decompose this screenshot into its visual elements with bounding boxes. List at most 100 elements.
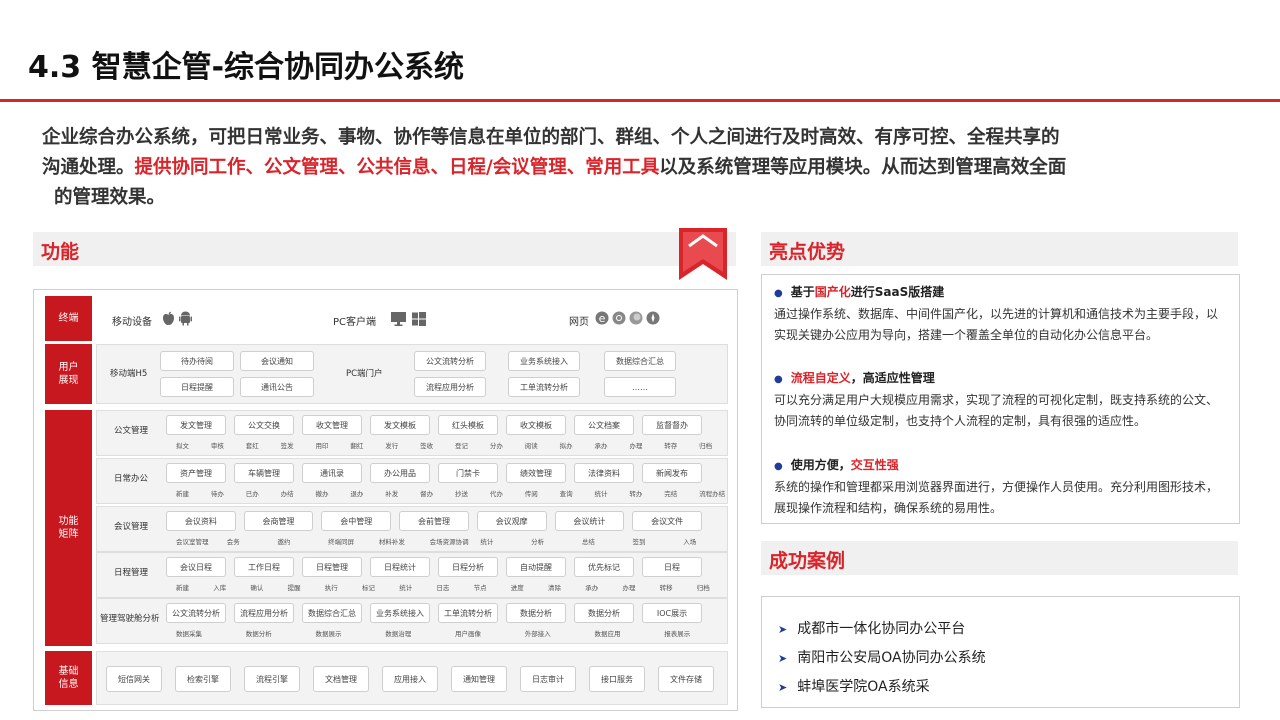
mobile-h5-label: 移动端H5: [110, 369, 148, 379]
highlight-item-1: ● 基于国产化进行SaaS版搭建 通过操作系统、数据库、中间件国产化，以先进的计算…: [774, 282, 1222, 346]
title-divider: [0, 99, 1280, 102]
function-sub-item: 转办: [629, 490, 643, 498]
function-sub-item: 数据应用: [594, 630, 621, 638]
case-item: ➤ 蚌埠医学院OA系统采: [778, 676, 930, 696]
function-item: 资产管理: [166, 463, 226, 483]
cases-section-header: 成功案例: [761, 541, 1238, 575]
row-label-base-info: 基础 信息: [45, 651, 92, 705]
function-sub-item: 节点: [473, 584, 487, 592]
function-sub-item: 阅读: [524, 442, 538, 450]
function-sub-item: 进度: [510, 584, 524, 592]
case-item-text: 南阳市公安局OA协同办公系统: [797, 650, 986, 666]
function-sub-item: 用印: [315, 442, 329, 450]
function-sub-item: 终端同屏: [328, 538, 355, 546]
case-item: ➤ 成都市一体化协同办公平台: [778, 618, 965, 638]
case-item-text: 成都市一体化协同办公平台: [797, 621, 966, 637]
function-item: 会前管理: [399, 511, 469, 531]
function-item: 车辆管理: [234, 463, 294, 483]
chrome-icon: [612, 311, 626, 325]
function-item: 优先标记: [574, 557, 634, 577]
function-sub-item: 入库: [213, 584, 227, 592]
function-sub-item: 抄送: [455, 490, 468, 498]
function-sub-item: 完结: [664, 490, 678, 498]
bullet-dot-icon: ●: [774, 461, 783, 472]
function-sub-item: 督办: [420, 490, 434, 498]
function-sub-item: 数据展示: [315, 630, 342, 638]
user-item: 业务系统接入: [508, 351, 580, 371]
highlight-heading: ● 流程自定义，高适应性管理: [774, 368, 1222, 390]
function-sub-item: 归档: [696, 584, 710, 592]
function-group-name: 日程管理: [114, 568, 149, 578]
highlight-head-red: 交互性强: [850, 458, 899, 472]
edge-icon: e: [595, 311, 609, 325]
function-sub-item: 入场: [683, 538, 697, 546]
function-item: 公文交换: [234, 415, 294, 435]
function-sub-item: 邀约: [277, 538, 291, 546]
function-sub-item: 材料补发: [378, 538, 405, 546]
arrow-bullet-icon: ➤: [778, 681, 788, 694]
function-item: 法律资料: [574, 463, 634, 483]
function-sub-item: 套红: [245, 442, 259, 450]
function-sub-item: 拟文: [176, 442, 189, 450]
slide-title: 4.3 智慧企管-综合协同办公系统: [28, 50, 465, 85]
highlight-head-post: 进行SaaS版搭建: [850, 285, 945, 299]
pc-portal-label: PC端门户: [346, 369, 383, 379]
user-item: 日程提醒: [160, 377, 234, 397]
function-sub-item: 会议室管理: [176, 538, 209, 546]
function-sub-item: 标记: [362, 584, 375, 592]
user-item: ……: [604, 377, 676, 397]
highlights-section-title: 亮点优势: [769, 241, 846, 263]
function-group-name: 管理驾驶舱分析: [100, 614, 160, 624]
function-sub-item: 转存: [664, 442, 678, 450]
function-sub-item: 分析: [531, 538, 545, 546]
function-item: 红头模板: [438, 415, 498, 435]
function-sub-item: 办理: [622, 584, 636, 592]
cases-section-title: 成功案例: [769, 550, 846, 572]
base-info-item: 接口服务: [589, 666, 645, 692]
function-item: 数据综合汇总: [302, 603, 362, 623]
function-item: 数据分析: [506, 603, 566, 623]
base-info-item: 文件存储: [658, 666, 714, 692]
function-sub-item: 已办: [245, 490, 259, 498]
function-matrix-diagram: 终端 移动设备 PC客户端 网页 e 用户 展现 移动端H5 待办待阅 会议通知…: [33, 289, 738, 711]
function-item: 日程: [642, 557, 702, 577]
base-info-item: 检索引擎: [175, 666, 231, 692]
function-sub-item: 撤办: [315, 490, 329, 498]
highlight-head-post: ，高适应性管理: [850, 371, 935, 385]
function-sub-item: 登记: [455, 442, 468, 450]
base-info-item: 文档管理: [313, 666, 369, 692]
highlight-body: 系统的操作和管理都采用浏览器界面进行，方便操作人员使用。充分利用图形技术，展现操…: [774, 480, 1219, 515]
function-sub-item: 统计: [480, 538, 494, 546]
function-item: 收文管理: [302, 415, 362, 435]
function-sub-item: 数据采集: [176, 630, 202, 638]
function-sub-item: 会场资源协调: [429, 538, 469, 546]
function-item: 会议资料: [166, 511, 236, 531]
arrow-bullet-icon: ➤: [778, 623, 788, 636]
base-info-item: 应用接入: [382, 666, 438, 692]
function-sub-item: 签收: [420, 442, 434, 450]
function-sub-item: 办理: [629, 442, 643, 450]
function-sub-item: 统计: [594, 490, 608, 498]
highlight-head-pre: 使用方便，: [790, 458, 851, 472]
function-item: 监督督办: [642, 415, 702, 435]
monitor-icon: [391, 312, 406, 326]
case-item: ➤ 南阳市公安局OA协同办公系统: [778, 647, 986, 667]
function-sub-item: 提醒: [287, 584, 301, 592]
intro-line-3: 的管理效果。: [54, 187, 166, 208]
highlight-heading: ● 使用方便，交互性强: [774, 455, 1222, 477]
case-item-text: 蚌埠医学院OA系统采: [797, 679, 930, 695]
function-sub-item: 数据治理: [385, 630, 412, 638]
ribbon-bookmark-icon: [679, 228, 727, 280]
function-group-name: 公文管理: [114, 426, 149, 436]
function-sub-item: 承办: [585, 584, 599, 592]
base-info-item: 流程引擎: [244, 666, 300, 692]
function-sub-item: 总结: [581, 538, 595, 546]
apple-icon: [163, 311, 174, 325]
row-label-function-matrix: 功能 矩阵: [45, 410, 92, 646]
base-info-item: 短信网关: [106, 666, 162, 692]
highlight-item-3: ● 使用方便，交互性强 系统的操作和管理都采用浏览器界面进行，方便操作人员使用。充…: [774, 455, 1222, 519]
function-sub-item: 代办: [489, 490, 503, 498]
function-item: 公文档案: [574, 415, 634, 435]
function-sub-item: 翻红: [350, 442, 364, 450]
function-item: 会议统计: [554, 511, 625, 531]
